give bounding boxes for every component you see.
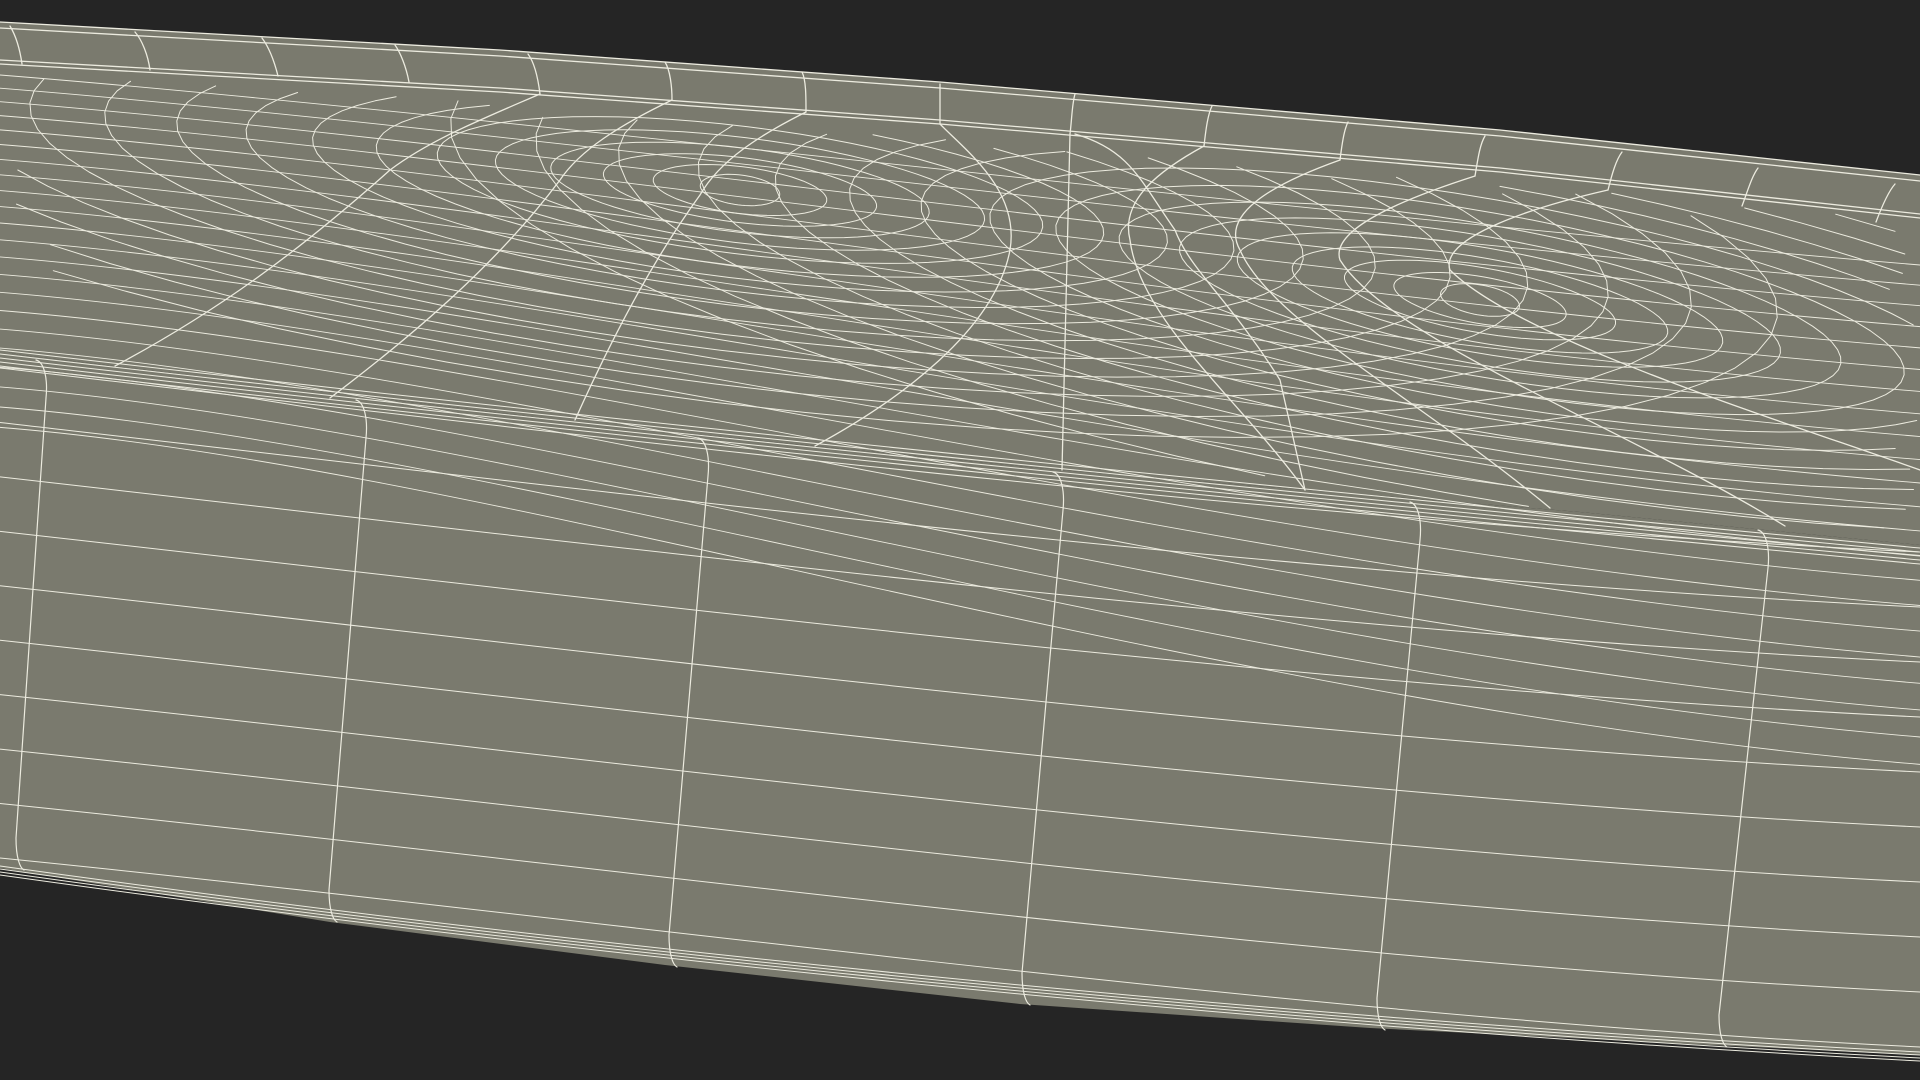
3d-viewport[interactable]: [0, 0, 1920, 1080]
mesh-surfaces: [0, 22, 1920, 1055]
wireframe-mesh: [0, 21, 1920, 1062]
